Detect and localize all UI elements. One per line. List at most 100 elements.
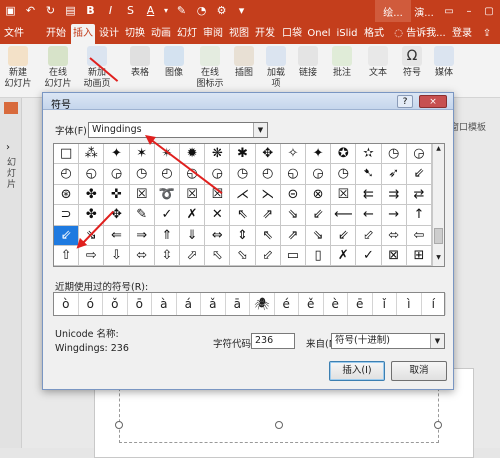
tab-developer[interactable]: 开发 [253,24,277,44]
symbol-cell[interactable]: ⟵ [331,205,357,226]
symbol-cell[interactable]: ◷ [230,164,256,185]
recent-symbol-cell[interactable]: í [422,293,446,315]
symbol-cell[interactable]: ⬄ [381,225,407,246]
symbol-cell[interactable]: ⇖ [255,225,281,246]
symbol-cell[interactable]: ◶ [306,164,332,185]
font-color-icon[interactable]: A [143,3,158,18]
symbol-cell[interactable]: ⬃ [356,225,382,246]
recent-symbol-cell[interactable]: ō [128,293,152,315]
comment-button[interactable]: 批注 [330,46,354,79]
table-button[interactable]: 表格 [128,46,152,79]
symbol-cell[interactable]: ◵ [280,164,306,185]
customize-icon[interactable]: ▾ [234,3,249,18]
symbol-cell[interactable]: ⇖ [230,205,256,226]
font-select[interactable]: Wingdings ▼ [88,122,268,138]
symbol-cell[interactable]: ◶ [104,164,130,185]
scroll-up-icon[interactable]: ▲ [434,145,443,155]
recent-symbol-cell[interactable]: ǐ [373,293,397,315]
maximize-icon[interactable]: ▢ [480,0,498,22]
symbol-cell[interactable]: ⇗ [255,205,281,226]
from-select[interactable]: 符号(十进制) ▼ [331,333,445,349]
symbol-cell[interactable]: ☒ [129,184,155,206]
dialog-title-bar[interactable]: 符号 ? × [43,93,453,111]
symbol-cell[interactable]: ✗ [180,205,206,226]
symbol-cell[interactable]: ⇒ [129,225,155,246]
tab-animations[interactable]: 动画 [149,24,173,44]
collapse-icon[interactable]: › [6,142,10,153]
symbol-cell[interactable]: ⬀ [180,246,206,267]
recent-symbol-cell[interactable]: á [177,293,201,315]
resize-handle[interactable] [275,421,283,429]
tab-islide[interactable]: iSlid [334,24,360,44]
symbol-cell[interactable]: ⊞ [406,246,432,267]
tab-pocket[interactable]: 口袋 [280,24,304,44]
text-placeholder[interactable] [119,383,439,443]
symbol-cell[interactable]: ✶ [129,144,155,165]
symbol-cell[interactable]: □ [54,144,80,165]
tab-format[interactable]: 格式 [362,24,386,44]
media-button[interactable]: 媒体 [432,46,456,79]
symbol-cell[interactable]: ↑ [406,205,432,226]
symbol-cell[interactable]: ◴ [154,164,180,185]
resize-handle[interactable] [115,421,123,429]
tab-view[interactable]: 视图 [227,24,251,44]
share-icon[interactable]: ⇪ [478,24,496,44]
new-anim-page-button[interactable]: 新加 动画页 [82,46,112,90]
symbol-cell[interactable]: ▭ [280,246,306,267]
symbol-cell[interactable]: ☒ [180,184,206,206]
symbol-cell[interactable]: ⇑ [154,225,180,246]
link-button[interactable]: 链接 [296,46,320,79]
redo-icon[interactable]: ↻ [43,3,58,18]
scroll-thumb[interactable] [434,228,443,244]
symbol-cell[interactable]: ✜ [104,184,130,206]
symbol-cell[interactable]: ⊗ [306,184,332,206]
insert-button[interactable]: 插入(I) [329,361,385,381]
online-slide-button[interactable]: 在线 幻灯片 [44,46,72,90]
symbol-cell[interactable]: ✥ [255,144,281,165]
symbol-cell[interactable]: ✦ [306,144,332,165]
symbol-cell[interactable]: ☒ [331,184,357,206]
symbol-cell[interactable]: ⇙ [306,205,332,226]
symbol-cell[interactable]: ⇇ [356,184,382,206]
symbol-cell[interactable]: ◶ [406,144,432,165]
shadow-icon[interactable]: S [123,3,138,18]
save-icon[interactable]: ▣ [3,3,18,18]
symbol-cell[interactable]: ⇓ [180,225,206,246]
symbol-cell[interactable]: ⊃ [54,205,80,226]
symbol-cell[interactable]: ⇐ [104,225,130,246]
symbol-cell[interactable]: ✗ [331,246,357,267]
symbol-cell[interactable]: ⇙ [406,164,432,185]
symbol-cell[interactable]: ⇙ [331,225,357,246]
symbol-cell[interactable]: ✦ [104,144,130,165]
tab-slideshow[interactable]: 幻灯 [175,24,199,44]
symbol-cell[interactable]: ⇄ [406,184,432,206]
tab-transitions[interactable]: 切换 [123,24,147,44]
symbol-cell[interactable]: ✱ [230,144,256,165]
online-icons-button[interactable]: 在线 图标示 [196,46,224,90]
symbol-cell[interactable]: ➰ [154,184,180,206]
symbol-cell[interactable]: ⊠ [381,246,407,267]
bold-icon[interactable]: B [83,3,98,18]
symbol-cell[interactable]: ← [356,205,382,226]
recent-symbol-cell[interactable]: ě [299,293,324,315]
recent-symbol-cell[interactable]: ò [54,293,79,315]
undo-icon[interactable]: ↶ [23,3,38,18]
symbol-cell[interactable]: ⇩ [104,246,130,267]
symbol-cell[interactable]: ◴ [255,164,281,185]
illustrations-button[interactable]: 插图 [232,46,256,79]
minimize-icon[interactable]: – [460,0,478,22]
symbol-button[interactable]: Ω 符号 [400,46,424,79]
login-link[interactable]: 登录 [450,24,474,44]
scroll-down-icon[interactable]: ▼ [434,254,443,264]
help-button[interactable]: ? [397,95,413,108]
recent-symbols-row[interactable]: ò ó ǒ ō à á ǎ ā 🕷 é ě è ē ǐ ì í [53,292,446,316]
new-slide-button[interactable]: 新建 幻灯片 [4,46,32,90]
symbol-cell[interactable]: ⊝ [280,184,306,206]
symbol-cell[interactable]: ✪ [331,144,357,165]
recent-symbol-cell[interactable]: ǎ [201,293,226,315]
symbol-cell[interactable]: ✧ [280,144,306,165]
symbol-cell[interactable]: ◵ [180,164,206,185]
recent-symbol-cell[interactable]: 🕷 [250,293,275,315]
text-button[interactable]: 文本 [366,46,390,79]
recent-symbol-cell[interactable]: è [324,293,348,315]
